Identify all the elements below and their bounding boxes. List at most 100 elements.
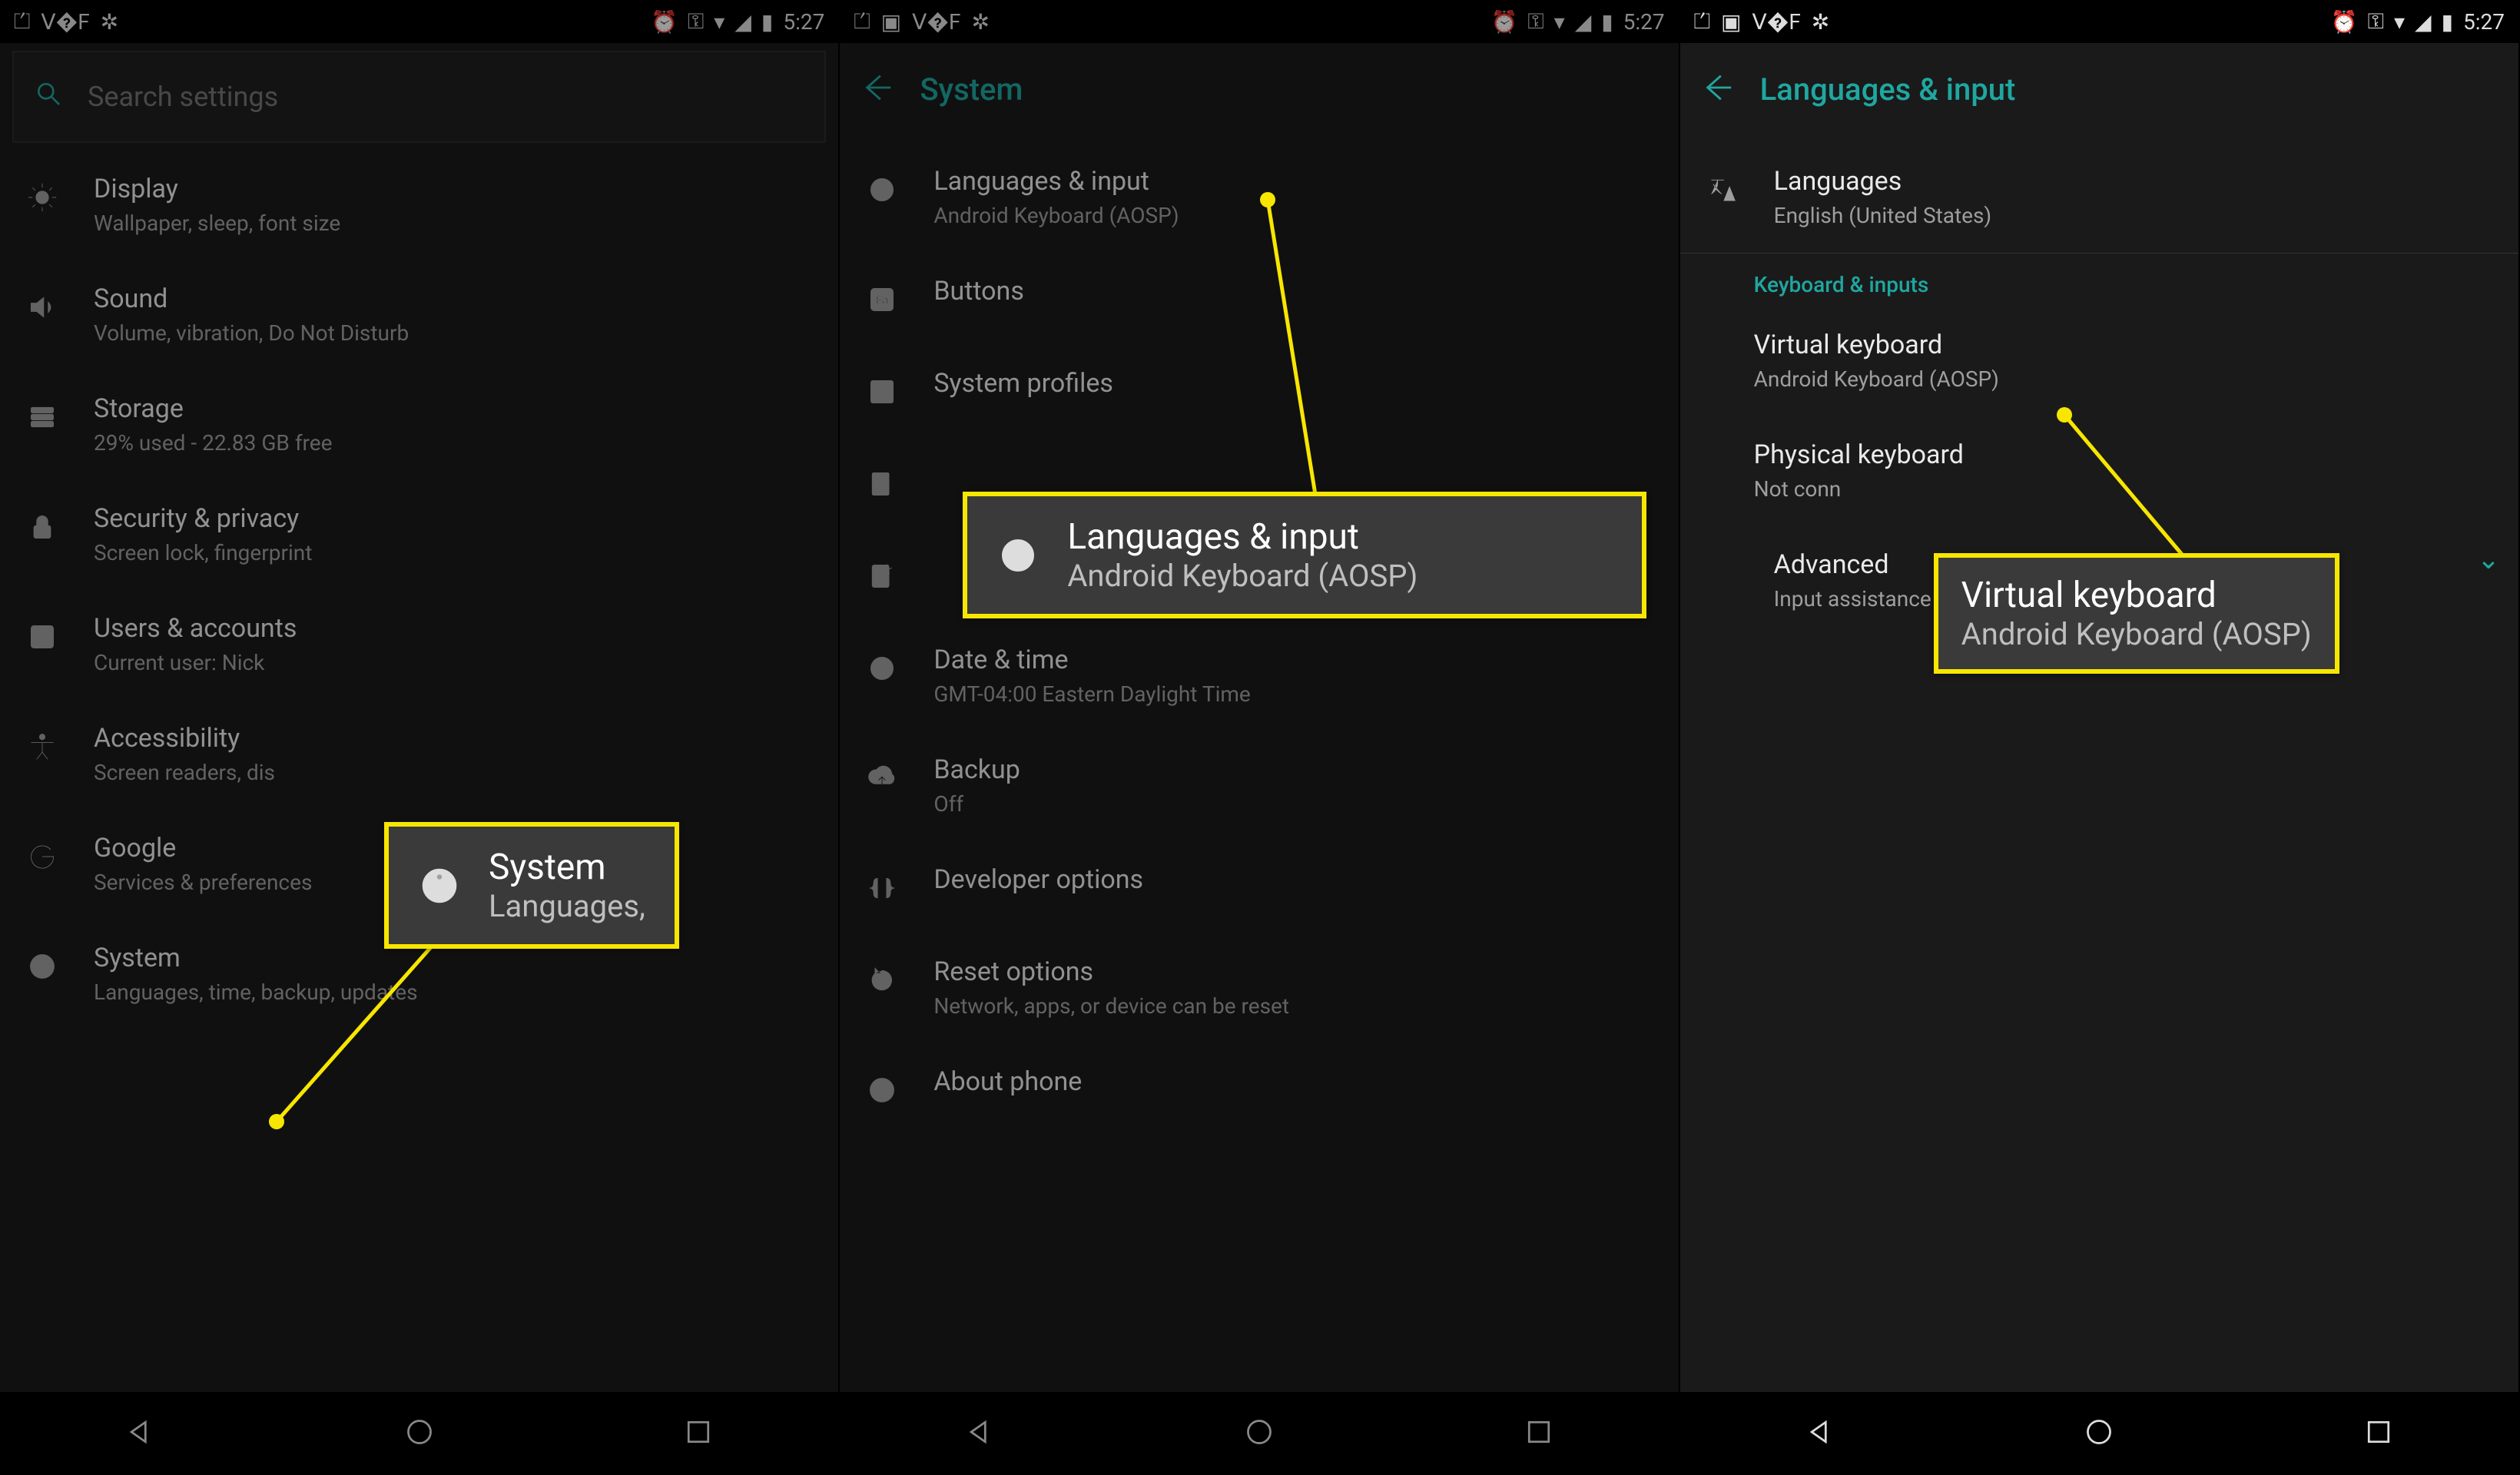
app-icon: ᐯ�F xyxy=(1752,9,1800,35)
page-title: System xyxy=(920,71,1023,108)
row-accessibility[interactable]: AccessibilityScreen readers, dis xyxy=(0,700,838,810)
nav-back-button[interactable] xyxy=(1805,1417,1835,1450)
search-input[interactable] xyxy=(88,81,803,113)
back-button[interactable] xyxy=(1702,71,1734,107)
translate-icon xyxy=(1702,169,1743,210)
accessibility-icon xyxy=(22,726,63,767)
phone-settings-root: ⏍ ᐯ�F ✲ ⏰ ⚿ ▾ ◢ ▮ 5:27 DisplayWallpaper,… xyxy=(0,0,840,1475)
image-icon: ▣ xyxy=(881,9,901,35)
callout-system: SystemLanguages, xyxy=(384,822,679,949)
back-button[interactable] xyxy=(861,71,894,107)
brightness-icon xyxy=(22,177,63,218)
row-security[interactable]: Security & privacyScreen lock, fingerpri… xyxy=(0,480,838,590)
lang-list: LanguagesEnglish (United States) Keyboar… xyxy=(1680,135,2518,1392)
status-bar: ⏍ ᐯ�F ✲ ⏰ ⚿ ▾ ◢ ▮ 5:27 xyxy=(0,0,838,43)
row-storage[interactable]: Storage29% used - 22.83 GB free xyxy=(0,370,838,480)
android-navbar xyxy=(840,1392,1678,1475)
clock-text: 5:27 xyxy=(783,9,824,35)
row-languages-input[interactable]: Languages & inputAndroid Keyboard (AOSP) xyxy=(840,143,1678,253)
volume-icon xyxy=(22,287,63,328)
leaf-icon: ✲ xyxy=(1812,9,1829,35)
system-list: Languages & inputAndroid Keyboard (AOSP)… xyxy=(840,135,1678,1392)
nav-home-button[interactable] xyxy=(1244,1417,1275,1450)
section-keyboard-inputs: Keyboard & inputs xyxy=(1680,254,2518,307)
battery-icon: ▮ xyxy=(2442,9,2452,35)
row-date-time[interactable]: Date & timeGMT-04:00 Eastern Daylight Ti… xyxy=(840,621,1678,731)
nav-recents-button[interactable] xyxy=(2363,1417,2394,1450)
row-backup[interactable]: BackupOff xyxy=(840,731,1678,841)
row-system-profiles[interactable]: System profiles xyxy=(840,345,1678,437)
alarm-icon: ⏰ xyxy=(1490,9,1517,35)
signal-icon: ◢ xyxy=(2415,9,2431,35)
storage-icon xyxy=(22,396,63,438)
android-navbar xyxy=(0,1392,838,1475)
info-icon xyxy=(861,1069,903,1111)
clock-text: 5:27 xyxy=(2463,9,2505,35)
nav-home-button[interactable] xyxy=(2084,1417,2114,1450)
chevron-down-icon: ⌄ xyxy=(2477,543,2500,575)
row-reset-options[interactable]: Reset optionsNetwork, apps, or device ca… xyxy=(840,933,1678,1043)
sparkle-icon xyxy=(861,555,903,597)
row-developer-options[interactable]: Developer options xyxy=(840,841,1678,933)
search-settings[interactable] xyxy=(12,51,826,143)
leaf-icon: ✲ xyxy=(971,9,989,35)
phone-system: ⏍ ▣ ᐯ�F ✲ ⏰ ⚿ ▾ ◢ ▮ 5:27 System Languages & inpu… xyxy=(840,0,1679,1475)
row-about-phone[interactable]: About phone xyxy=(840,1043,1678,1135)
row-buttons[interactable]: Buttons xyxy=(840,253,1678,345)
account-icon xyxy=(22,616,63,658)
row-virtual-keyboard[interactable]: Virtual keyboardAndroid Keyboard (AOSP) xyxy=(1680,307,2518,416)
status-bar: ⏍ ▣ ᐯ�F ✲ ⏰ ⚿ ▾ ◢ ▮ 5:27 xyxy=(840,0,1678,43)
row-sound[interactable]: SoundVolume, vibration, Do Not Disturb xyxy=(0,260,838,370)
wifi-icon: ▾ xyxy=(714,9,724,35)
leaf-icon: ✲ xyxy=(101,9,118,35)
clock-icon xyxy=(861,648,903,689)
clock-text: 5:27 xyxy=(1623,9,1665,35)
row-physical-keyboard[interactable]: Physical keyboardNot conn xyxy=(1680,416,2518,526)
key-icon: ⚿ xyxy=(688,8,703,35)
nav-home-button[interactable] xyxy=(404,1417,435,1450)
battery-icon: ▮ xyxy=(761,9,772,35)
voicemail-icon: ⏍ xyxy=(1694,8,1710,35)
callout-languages-input: Languages & inputAndroid Keyboard (AOSP) xyxy=(963,492,1646,618)
key-icon: ⚿ xyxy=(1527,8,1543,35)
key-icon: ⚿ xyxy=(2368,8,2383,35)
nav-recents-button[interactable] xyxy=(1524,1417,1554,1450)
row-users[interactable]: Users & accountsCurrent user: Nick xyxy=(0,590,838,700)
gestures-icon xyxy=(861,463,903,505)
google-icon xyxy=(22,836,63,877)
globe-icon xyxy=(861,169,903,210)
search-icon xyxy=(35,81,65,113)
app-icon: ᐯ�F xyxy=(912,9,960,35)
globe-icon xyxy=(996,534,1040,577)
nav-back-button[interactable] xyxy=(124,1417,155,1450)
page-title: Languages & input xyxy=(1760,71,2016,108)
android-navbar xyxy=(1680,1392,2518,1475)
settings-list: DisplayWallpaper, sleep, font size Sound… xyxy=(0,143,838,1392)
fn-icon xyxy=(861,279,903,320)
braces-icon xyxy=(861,867,903,909)
info-icon xyxy=(22,946,63,987)
nav-recents-button[interactable] xyxy=(683,1417,714,1450)
backup-icon xyxy=(861,757,903,799)
alarm-icon: ⏰ xyxy=(2331,9,2357,35)
appbar: System xyxy=(840,43,1678,135)
row-display[interactable]: DisplayWallpaper, sleep, font size xyxy=(0,151,838,260)
profiles-icon xyxy=(861,371,903,413)
nav-back-button[interactable] xyxy=(964,1417,995,1450)
voicemail-icon: ⏍ xyxy=(854,8,870,35)
wifi-icon: ▾ xyxy=(2394,9,2404,35)
signal-icon: ◢ xyxy=(1575,9,1591,35)
reset-icon xyxy=(861,960,903,1001)
wifi-icon: ▾ xyxy=(1554,9,1564,35)
phone-languages-input: ⏍ ▣ ᐯ�F ✲ ⏰ ⚿ ▾ ◢ ▮ 5:27 Languages & input Langu… xyxy=(1680,0,2520,1475)
image-icon: ▣ xyxy=(1721,9,1741,35)
battery-icon: ▮ xyxy=(1601,9,1612,35)
callout-virtual-keyboard: Virtual keyboardAndroid Keyboard (AOSP) xyxy=(1934,553,2339,674)
signal-icon: ◢ xyxy=(734,9,751,35)
status-bar: ⏍ ▣ ᐯ�F ✲ ⏰ ⚿ ▾ ◢ ▮ 5:27 xyxy=(1680,0,2518,43)
row-languages[interactable]: LanguagesEnglish (United States) xyxy=(1680,143,2518,253)
alarm-icon: ⏰ xyxy=(651,9,677,35)
appbar: Languages & input xyxy=(1680,43,2518,135)
info-icon xyxy=(418,864,461,907)
lock-icon xyxy=(22,506,63,548)
